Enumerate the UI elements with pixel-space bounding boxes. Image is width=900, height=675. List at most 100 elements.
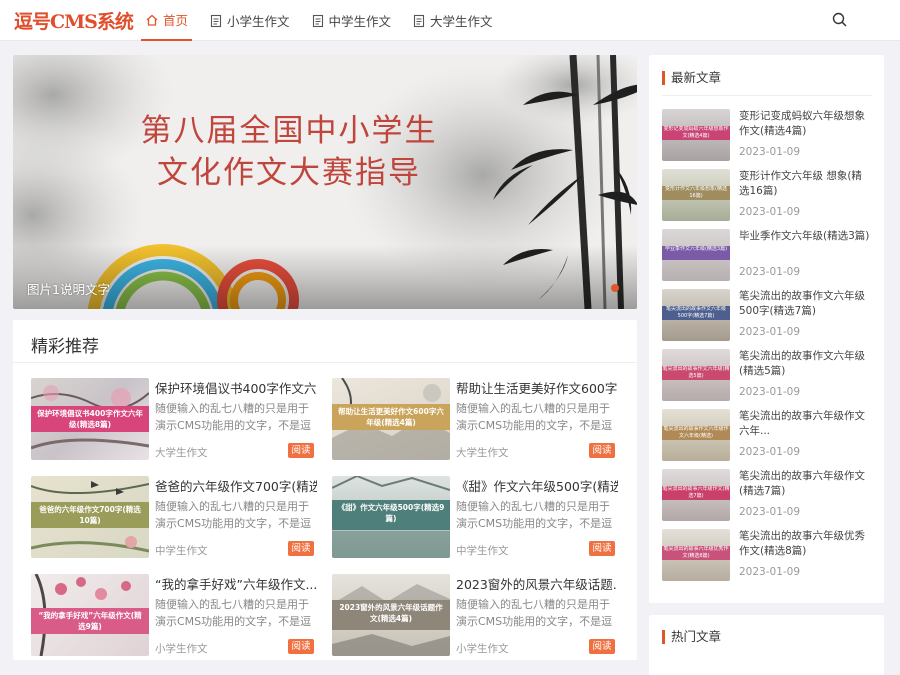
banner-title-line2: 文化作文大赛指导 (157, 155, 421, 191)
latest-articles-title: 最新文章 (662, 71, 721, 85)
nav-home-label: 首页 (163, 13, 189, 28)
article-thumbnail[interactable]: 毕业季作文六年级(精选3篇) (662, 229, 730, 281)
document-icon (312, 14, 323, 27)
article-card[interactable]: “我的拿手好戏”六年级作文(精选9篇) “我的拿手好戏”六年级作文... 随便输… (31, 574, 321, 656)
article-card[interactable]: 帮助让生活更美好作文600字六年级(精选4篇) 帮助让生活更美好作文600字..… (332, 378, 622, 460)
read-button[interactable]: 阅读 (288, 443, 314, 458)
latest-article-item[interactable]: 笔尖流出的故事作文六年级500字(精选7篇) 笔尖流出的故事作文六年级500字(… (662, 289, 874, 341)
article-title[interactable]: 笔尖流出的故事六年级作文(精选7篇) (739, 469, 872, 499)
article-date: 2023-01-09 (739, 566, 801, 578)
article-summary: 随便输入的乱七八糟的只是用于演示CMS功能用的文字，不是逗号AI生... (456, 402, 613, 432)
article-title[interactable]: 笔尖流出的故事六年级优秀作文(精选8篇) (739, 529, 872, 559)
article-category[interactable]: 大学生作文 (456, 445, 509, 460)
article-summary: 随便输入的乱七八糟的只是用于演示CMS功能用的文字，不是逗号AI生... (155, 402, 312, 432)
latest-article-item[interactable]: 笔尖流出的故事六年级作文(精选7篇) 笔尖流出的故事六年级作文(精选7篇) 20… (662, 469, 874, 521)
latest-article-item[interactable]: 笔尖流出的故事六年级优秀作文(精选8篇) 笔尖流出的故事六年级优秀作文(精选8篇… (662, 529, 874, 581)
nav-middle-label: 中学生作文 (328, 14, 392, 29)
article-title[interactable]: 笔尖流出的故事六年级作文六年... (739, 409, 872, 439)
thumbnail-caption: 笔尖流出的故事作文六年级作文六年级(精选) (662, 426, 730, 440)
article-title[interactable]: 爸爸的六年级作文700字(精选... (155, 476, 317, 495)
article-thumbnail[interactable]: “我的拿手好戏”六年级作文(精选9篇) (31, 574, 149, 656)
article-date: 2023-01-09 (739, 446, 801, 458)
nav-primary-school[interactable]: 小学生作文 (205, 0, 294, 41)
article-date: 2023-01-09 (739, 206, 801, 218)
article-title[interactable]: 《甜》作文六年级500字(精选... (456, 476, 618, 495)
article-category[interactable]: 小学生作文 (155, 641, 208, 656)
latest-article-item[interactable]: 变形记变成蚂蚁六年级想象作文(精选4篇) 变形记变成蚂蚁六年级想象作文(精选4篇… (662, 109, 874, 161)
article-category[interactable]: 小学生作文 (456, 641, 509, 656)
article-summary: 随便输入的乱七八糟的只是用于演示CMS功能用的文字，不是逗号AI生... (456, 598, 613, 628)
article-thumbnail[interactable]: 爸爸的六年级作文700字(精选10篇) (31, 476, 149, 558)
article-category[interactable]: 中学生作文 (456, 543, 509, 558)
article-thumbnail[interactable]: 笔尖流出的故事六年级作文(精选7篇) (662, 469, 730, 521)
article-thumbnail[interactable]: 保护环境倡议书400字作文六年级(精选8篇) (31, 378, 149, 460)
thumbnail-caption: 笔尖流出的故事作文六年级500字(精选7篇) (662, 306, 730, 320)
article-category[interactable]: 大学生作文 (155, 445, 208, 460)
thumbnail-caption: 帮助让生活更美好作文600字六年级(精选4篇) (332, 404, 450, 430)
latest-article-item[interactable]: 笔尖流出的故事作文六年级作文六年级(精选) 笔尖流出的故事六年级作文六年... … (662, 409, 874, 461)
nav-middle-school[interactable]: 中学生作文 (307, 0, 396, 41)
thumbnail-caption: 2023窗外的风景六年级话题作文(精选4篇) (332, 600, 450, 630)
latest-article-item[interactable]: 笔尖流出的故事作文六年级(精选5篇) 笔尖流出的故事作文六年级(精选5篇) 20… (662, 349, 874, 401)
search-icon[interactable] (831, 11, 849, 29)
article-date: 2023-01-09 (739, 506, 801, 518)
article-thumbnail[interactable]: 变形计作文六年级想象(精选16篇) (662, 169, 730, 221)
article-title[interactable]: 变形计作文六年级 想象(精选16篇) (739, 169, 872, 199)
read-button[interactable]: 阅读 (589, 541, 615, 556)
article-thumbnail[interactable]: 笔尖流出的故事作文六年级500字(精选7篇) (662, 289, 730, 341)
hot-articles-title: 热门文章 (662, 630, 721, 644)
read-button[interactable]: 阅读 (288, 639, 314, 654)
nav-college-label: 大学生作文 (430, 14, 493, 29)
read-button[interactable]: 阅读 (589, 639, 615, 654)
banner-title-line1: 第八届全国中小学生 (140, 113, 438, 149)
main-nav: 首页 小学生作文 中学生作文 大学生作文 (141, 0, 510, 41)
article-summary: 随便输入的乱七八糟的只是用于演示CMS功能用的文字，不是逗号AI生... (155, 500, 312, 530)
article-thumbnail[interactable]: 笔尖流出的故事作文六年级(精选5篇) (662, 349, 730, 401)
article-date: 2023-01-09 (739, 326, 801, 338)
article-title[interactable]: 保护环境倡议书400字作文六... (155, 378, 317, 397)
site-logo[interactable]: 逗号CMS系统 (14, 7, 134, 34)
nav-college[interactable]: 大学生作文 (408, 0, 497, 41)
read-button[interactable]: 阅读 (288, 541, 314, 556)
article-thumbnail[interactable]: 变形记变成蚂蚁六年级想象作文(精选4篇) (662, 109, 730, 161)
article-title[interactable]: “我的拿手好戏”六年级作文... (155, 574, 317, 593)
article-date: 2023-01-09 (739, 386, 801, 398)
article-title[interactable]: 变形记变成蚂蚁六年级想象作文(精选4篇) (739, 109, 872, 139)
thumbnail-caption: 变形记变成蚂蚁六年级想象作文(精选4篇) (662, 126, 730, 140)
nav-home[interactable]: 首页 (141, 0, 193, 41)
recommend-title: 精彩推荐 (31, 337, 99, 357)
article-category[interactable]: 中学生作文 (155, 543, 208, 558)
thumbnail-caption: “我的拿手好戏”六年级作文(精选9篇) (31, 608, 149, 634)
article-summary: 随便输入的乱七八糟的只是用于演示CMS功能用的文字，不是逗号AI生... (456, 500, 613, 530)
article-date: 2023-01-09 (739, 266, 801, 278)
carousel-indicator-dot[interactable] (611, 284, 619, 292)
article-card[interactable]: 保护环境倡议书400字作文六年级(精选8篇) 保护环境倡议书400字作文六...… (31, 378, 321, 460)
article-card[interactable]: 《甜》作文六年级500字(精选9篇) 《甜》作文六年级500字(精选... 随便… (332, 476, 622, 558)
article-thumbnail[interactable]: 2023窗外的风景六年级话题作文(精选4篇) (332, 574, 450, 656)
thumbnail-caption: 毕业季作文六年级(精选3篇) (662, 246, 730, 260)
recommend-panel: 精彩推荐 保护环境倡议书400字作文六年级(精选8篇) 保护环境倡议书400字作… (13, 320, 637, 660)
article-thumbnail[interactable]: 笔尖流出的故事作文六年级作文六年级(精选) (662, 409, 730, 461)
latest-articles-panel: 最新文章 变形记变成蚂蚁六年级想象作文(精选4篇) 变形记变成蚂蚁六年级想象作文… (649, 55, 884, 603)
latest-article-item[interactable]: 变形计作文六年级想象(精选16篇) 变形计作文六年级 想象(精选16篇) 202… (662, 169, 874, 221)
article-title[interactable]: 毕业季作文六年级(精选3篇) (739, 229, 872, 259)
article-title[interactable]: 帮助让生活更美好作文600字... (456, 378, 618, 397)
thumbnail-caption: 《甜》作文六年级500字(精选9篇) (332, 500, 450, 530)
article-title[interactable]: 2023窗外的风景六年级话题... (456, 574, 618, 593)
article-summary: 随便输入的乱七八糟的只是用于演示CMS功能用的文字，不是逗号AI生... (155, 598, 312, 628)
banner-carousel[interactable]: 第八届全国中小学生 文化作文大赛指导 图片1说明文字 (13, 55, 637, 309)
article-card[interactable]: 2023窗外的风景六年级话题作文(精选4篇) 2023窗外的风景六年级话题...… (332, 574, 622, 656)
thumbnail-caption: 笔尖流出的故事六年级优秀作文(精选8篇) (662, 546, 730, 560)
divider (13, 362, 637, 363)
article-thumbnail[interactable]: 帮助让生活更美好作文600字六年级(精选4篇) (332, 378, 450, 460)
read-button[interactable]: 阅读 (589, 443, 615, 458)
article-title[interactable]: 笔尖流出的故事作文六年级500字(精选7篇) (739, 289, 872, 319)
article-card[interactable]: 爸爸的六年级作文700字(精选10篇) 爸爸的六年级作文700字(精选... 随… (31, 476, 321, 558)
thumbnail-caption: 变形计作文六年级想象(精选16篇) (662, 186, 730, 200)
home-icon (146, 14, 158, 26)
hot-articles-panel: 热门文章 (649, 615, 884, 675)
latest-article-item[interactable]: 毕业季作文六年级(精选3篇) 毕业季作文六年级(精选3篇) 2023-01-09 (662, 229, 874, 281)
article-thumbnail[interactable]: 《甜》作文六年级500字(精选9篇) (332, 476, 450, 558)
article-title[interactable]: 笔尖流出的故事作文六年级(精选5篇) (739, 349, 872, 379)
article-thumbnail[interactable]: 笔尖流出的故事六年级优秀作文(精选8篇) (662, 529, 730, 581)
